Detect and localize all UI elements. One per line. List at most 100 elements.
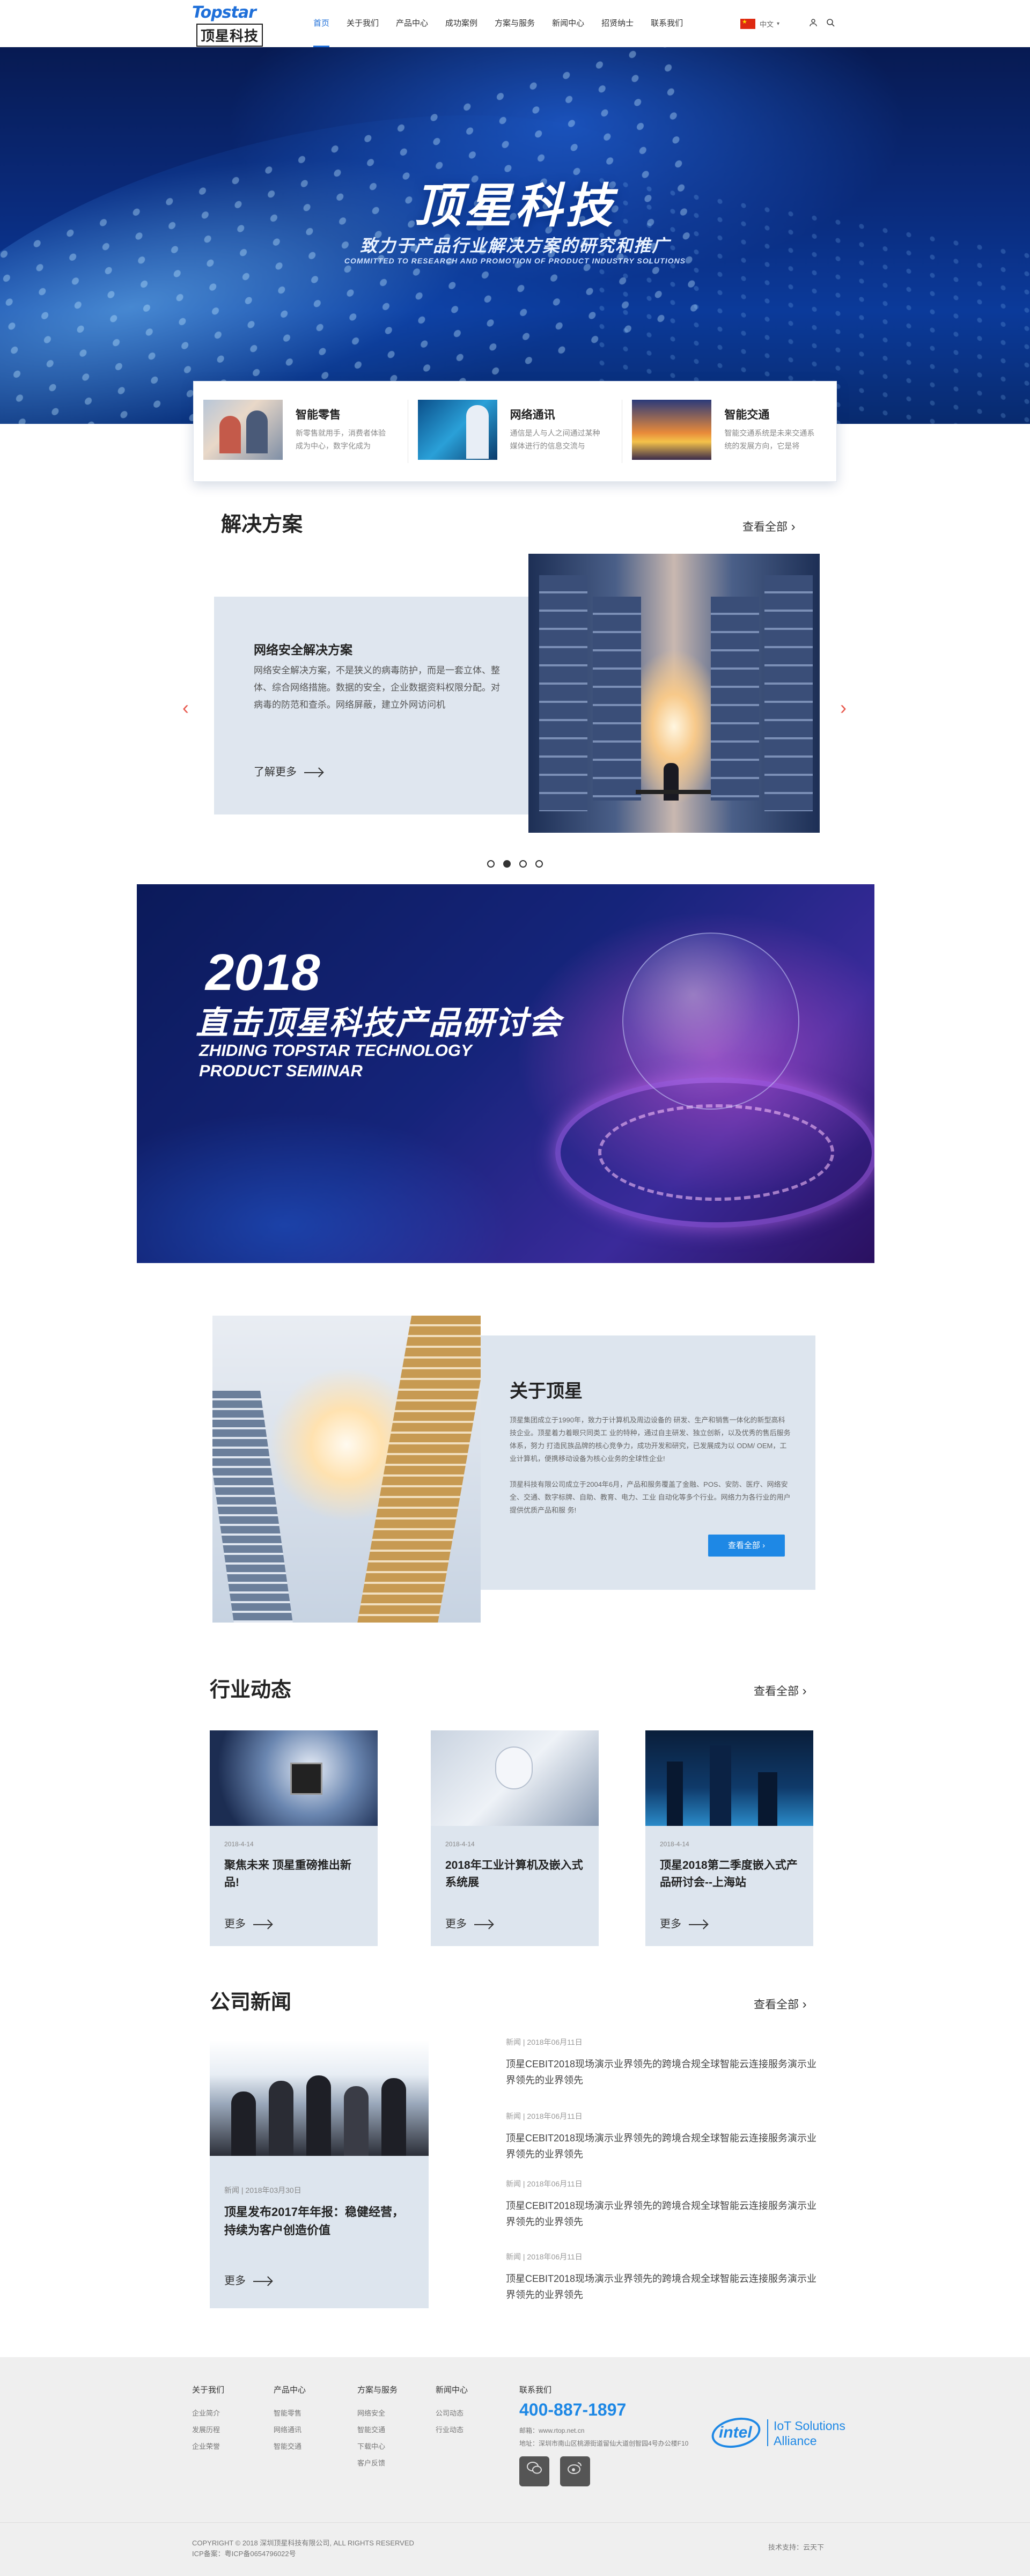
seminar-banner[interactable]: 2018 直击顶星科技产品研讨会 ZHIDING TOPSTAR TECHNOL… [137, 884, 874, 1263]
logo-en: Topstar [192, 3, 256, 22]
carousel-next-button[interactable]: › [840, 696, 847, 719]
wechat-icon[interactable] [519, 2456, 549, 2486]
feature-card[interactable]: 网络通讯 通信是人与人之间通过某种媒体进行的信息交流与 [408, 400, 623, 463]
intel-tag-2: Alliance [774, 2434, 817, 2448]
retail-image [203, 400, 283, 460]
footer-tech-support[interactable]: 技术支持：云天下 [768, 2542, 824, 2552]
featured-date: 新闻 | 2018年03月30日 [224, 2186, 301, 2195]
card-more-link[interactable]: 更多 [660, 1915, 707, 1931]
about-paragraph-1: 顶星集团成立于1990年，致力于计算机及周边设备的 研发、生产和销售一体化的新型… [510, 1416, 791, 1463]
footer-phone[interactable]: 400-887-1897 [519, 2400, 626, 2420]
news-list-item[interactable]: 新闻 | 2018年06月11日 顶星CEBIT2018现场演示业界领先的跨境合… [506, 2178, 822, 2230]
nav-contact[interactable]: 联系我们 [642, 0, 691, 47]
carousel-dot[interactable] [487, 860, 495, 868]
solution-desc: 网络安全解决方案，不是狭义的病毒防护，而是一套立体、整体、综合网络措施。数据的安… [254, 665, 500, 710]
footer-link[interactable]: 企业简介 [192, 2405, 224, 2421]
footer-link[interactable]: 智能交通 [357, 2421, 398, 2438]
nav-about[interactable]: 关于我们 [338, 0, 387, 47]
carousel-pagination [487, 860, 543, 868]
nav-jobs[interactable]: 招贤纳士 [593, 0, 642, 47]
logo[interactable]: Topstar 顶星科技 [192, 3, 271, 47]
solution-more-link[interactable]: 了解更多 [254, 763, 322, 779]
footer-icp[interactable]: ICP备案：粤ICP备0654796022号 [192, 2548, 296, 2558]
footer-col-news: 新闻中心 公司动态 行业动态 [436, 2384, 468, 2438]
ring-graphic-2 [598, 1104, 834, 1201]
footer-link[interactable]: 智能零售 [274, 2405, 306, 2421]
language-selector[interactable]: 中文 ▾ [740, 16, 779, 31]
footer-link[interactable]: 智能交通 [274, 2438, 306, 2455]
user-icon[interactable] [808, 18, 819, 29]
news-date: 新闻 | 2018年06月11日 [506, 2038, 583, 2046]
company-news-title: 公司新闻 [210, 1991, 292, 2014]
arrow-right-icon [253, 1924, 271, 1925]
industry-card[interactable]: 2018-4-14 聚焦未来 顶星重磅推出新品! 更多 [210, 1730, 378, 1946]
network-image [417, 400, 497, 460]
footer-copyright: COPYRIGHT © 2018 深圳顶星科技有限公司, ALL RIGHTS … [192, 2539, 414, 2547]
news-title: 顶星CEBIT2018现场演示业界领先的跨境合规全球智能云连接服务演示业界领先的… [506, 2059, 817, 2086]
arrow-right-icon [689, 1924, 707, 1925]
footer-link[interactable]: 客户反馈 [357, 2455, 398, 2471]
about-title: 关于顶星 [510, 1381, 583, 1401]
feature-card[interactable]: 智能零售 新零售就用手，消费者体验成为中心，数字化成为 [194, 400, 408, 463]
industry-card[interactable]: 2018-4-14 顶星2018第二季度嵌入式产品研讨会--上海站 更多 [645, 1730, 813, 1946]
feature-card[interactable]: 智能交通 智能交通系统是未来交通系统的发展方向，它是将 [622, 400, 836, 463]
featured-more-link[interactable]: 更多 [224, 2272, 271, 2287]
news-list-item[interactable]: 新闻 | 2018年06月11日 顶星CEBIT2018现场演示业界领先的跨境合… [506, 2037, 822, 2088]
city-night-image [645, 1730, 813, 1826]
carousel-dot[interactable] [535, 860, 543, 868]
solution-more-label: 了解更多 [254, 766, 297, 778]
seminar-title-en-2: PRODUCT SEMINAR [199, 1061, 363, 1080]
carousel-dot-active[interactable] [503, 860, 511, 868]
news-date: 新闻 | 2018年06月11日 [506, 2179, 583, 2188]
weibo-icon[interactable] [560, 2456, 590, 2486]
footer-link[interactable]: 公司动态 [436, 2405, 468, 2421]
nav-products[interactable]: 产品中心 [387, 0, 437, 47]
card-date: 2018-4-14 [660, 1840, 689, 1848]
company-news-featured[interactable]: 新闻 | 2018年03月30日 顶星发布2017年年报：稳健经营，持续为客户创… [210, 2040, 429, 2308]
industry-card[interactable]: 2018-4-14 2018年工业计算机及嵌入式系统展 更多 [431, 1730, 599, 1946]
footer-col-products: 产品中心 智能零售 网络通讯 智能交通 [274, 2384, 306, 2455]
footer-address: 地址：深圳市南山区桃源街道留仙大道创智园4号办公楼F10 [519, 2440, 689, 2447]
globe-graphic [622, 933, 799, 1110]
hero-subtitle-en: COMMITTED TO RESEARCH AND PROMOTION OF P… [344, 256, 686, 265]
footer-col-title: 联系我们 [519, 2386, 552, 2395]
card-more-label: 更多 [224, 1918, 246, 1930]
footer-link[interactable]: 发展历程 [192, 2421, 224, 2438]
footer-link[interactable]: 网络安全 [357, 2405, 398, 2421]
intel-logo-text: intel [719, 2424, 752, 2441]
card-more-link[interactable]: 更多 [224, 1915, 271, 1931]
solutions-title: 解决方案 [221, 513, 303, 536]
about-card: 关于顶星 顶星集团成立于1990年，致力于计算机及周边设备的 研发、生产和销售一… [481, 1335, 815, 1590]
carousel-prev-button[interactable]: ‹ [182, 696, 189, 719]
carousel-dot[interactable] [519, 860, 527, 868]
footer-col-about: 关于我们 企业简介 发展历程 企业荣誉 [192, 2384, 224, 2455]
site-footer: 关于我们 企业简介 发展历程 企业荣誉 产品中心 智能零售 网络通讯 智能交通 … [0, 2357, 1030, 2576]
card-more-label: 更多 [660, 1918, 681, 1930]
search-icon[interactable] [825, 18, 836, 29]
news-list-item[interactable]: 新闻 | 2018年06月11日 顶星CEBIT2018现场演示业界领先的跨境合… [506, 2251, 822, 2303]
language-label: 中文 [760, 20, 774, 28]
nav-news[interactable]: 新闻中心 [543, 0, 593, 47]
news-title: 顶星CEBIT2018现场演示业界领先的跨境合规全球智能云连接服务演示业界领先的… [506, 2273, 817, 2300]
footer-link[interactable]: 网络通讯 [274, 2421, 306, 2438]
footer-link[interactable]: 企业荣誉 [192, 2438, 224, 2455]
news-list-item[interactable]: 新闻 | 2018年06月11日 顶星CEBIT2018现场演示业界领先的跨境合… [506, 2111, 822, 2162]
company-news-more-link[interactable]: 查看全部 [754, 1996, 807, 2012]
card-more-link[interactable]: 更多 [445, 1915, 492, 1931]
card-title: 2018年工业计算机及嵌入式系统展 [445, 1859, 583, 1889]
footer-link[interactable]: 行业动态 [436, 2421, 468, 2438]
footer-link[interactable]: 下载中心 [357, 2438, 398, 2455]
nav-home[interactable]: 首页 [305, 0, 338, 47]
solutions-more-link[interactable]: 查看全部 [742, 518, 796, 534]
solution-title: 网络安全解决方案 [254, 643, 352, 657]
card-date: 2018-4-14 [445, 1840, 475, 1848]
nav-solutions[interactable]: 方案与服务 [486, 0, 543, 47]
seminar-title-en-1: ZHIDING TOPSTAR TECHNOLOGY [199, 1041, 472, 1060]
about-more-button[interactable]: 查看全部 › [708, 1535, 785, 1557]
traffic-image [632, 400, 712, 460]
industry-more-link[interactable]: 查看全部 [754, 1683, 807, 1699]
feature-cards: 智能零售 新零售就用手，消费者体验成为中心，数字化成为 网络通讯 通信是人与人之… [193, 381, 837, 482]
nav-cases[interactable]: 成功案例 [437, 0, 486, 47]
seminar-year: 2018 [205, 944, 320, 1001]
main-nav: 首页 关于我们 产品中心 成功案例 方案与服务 新闻中心 招贤纳士 联系我们 [305, 0, 691, 47]
